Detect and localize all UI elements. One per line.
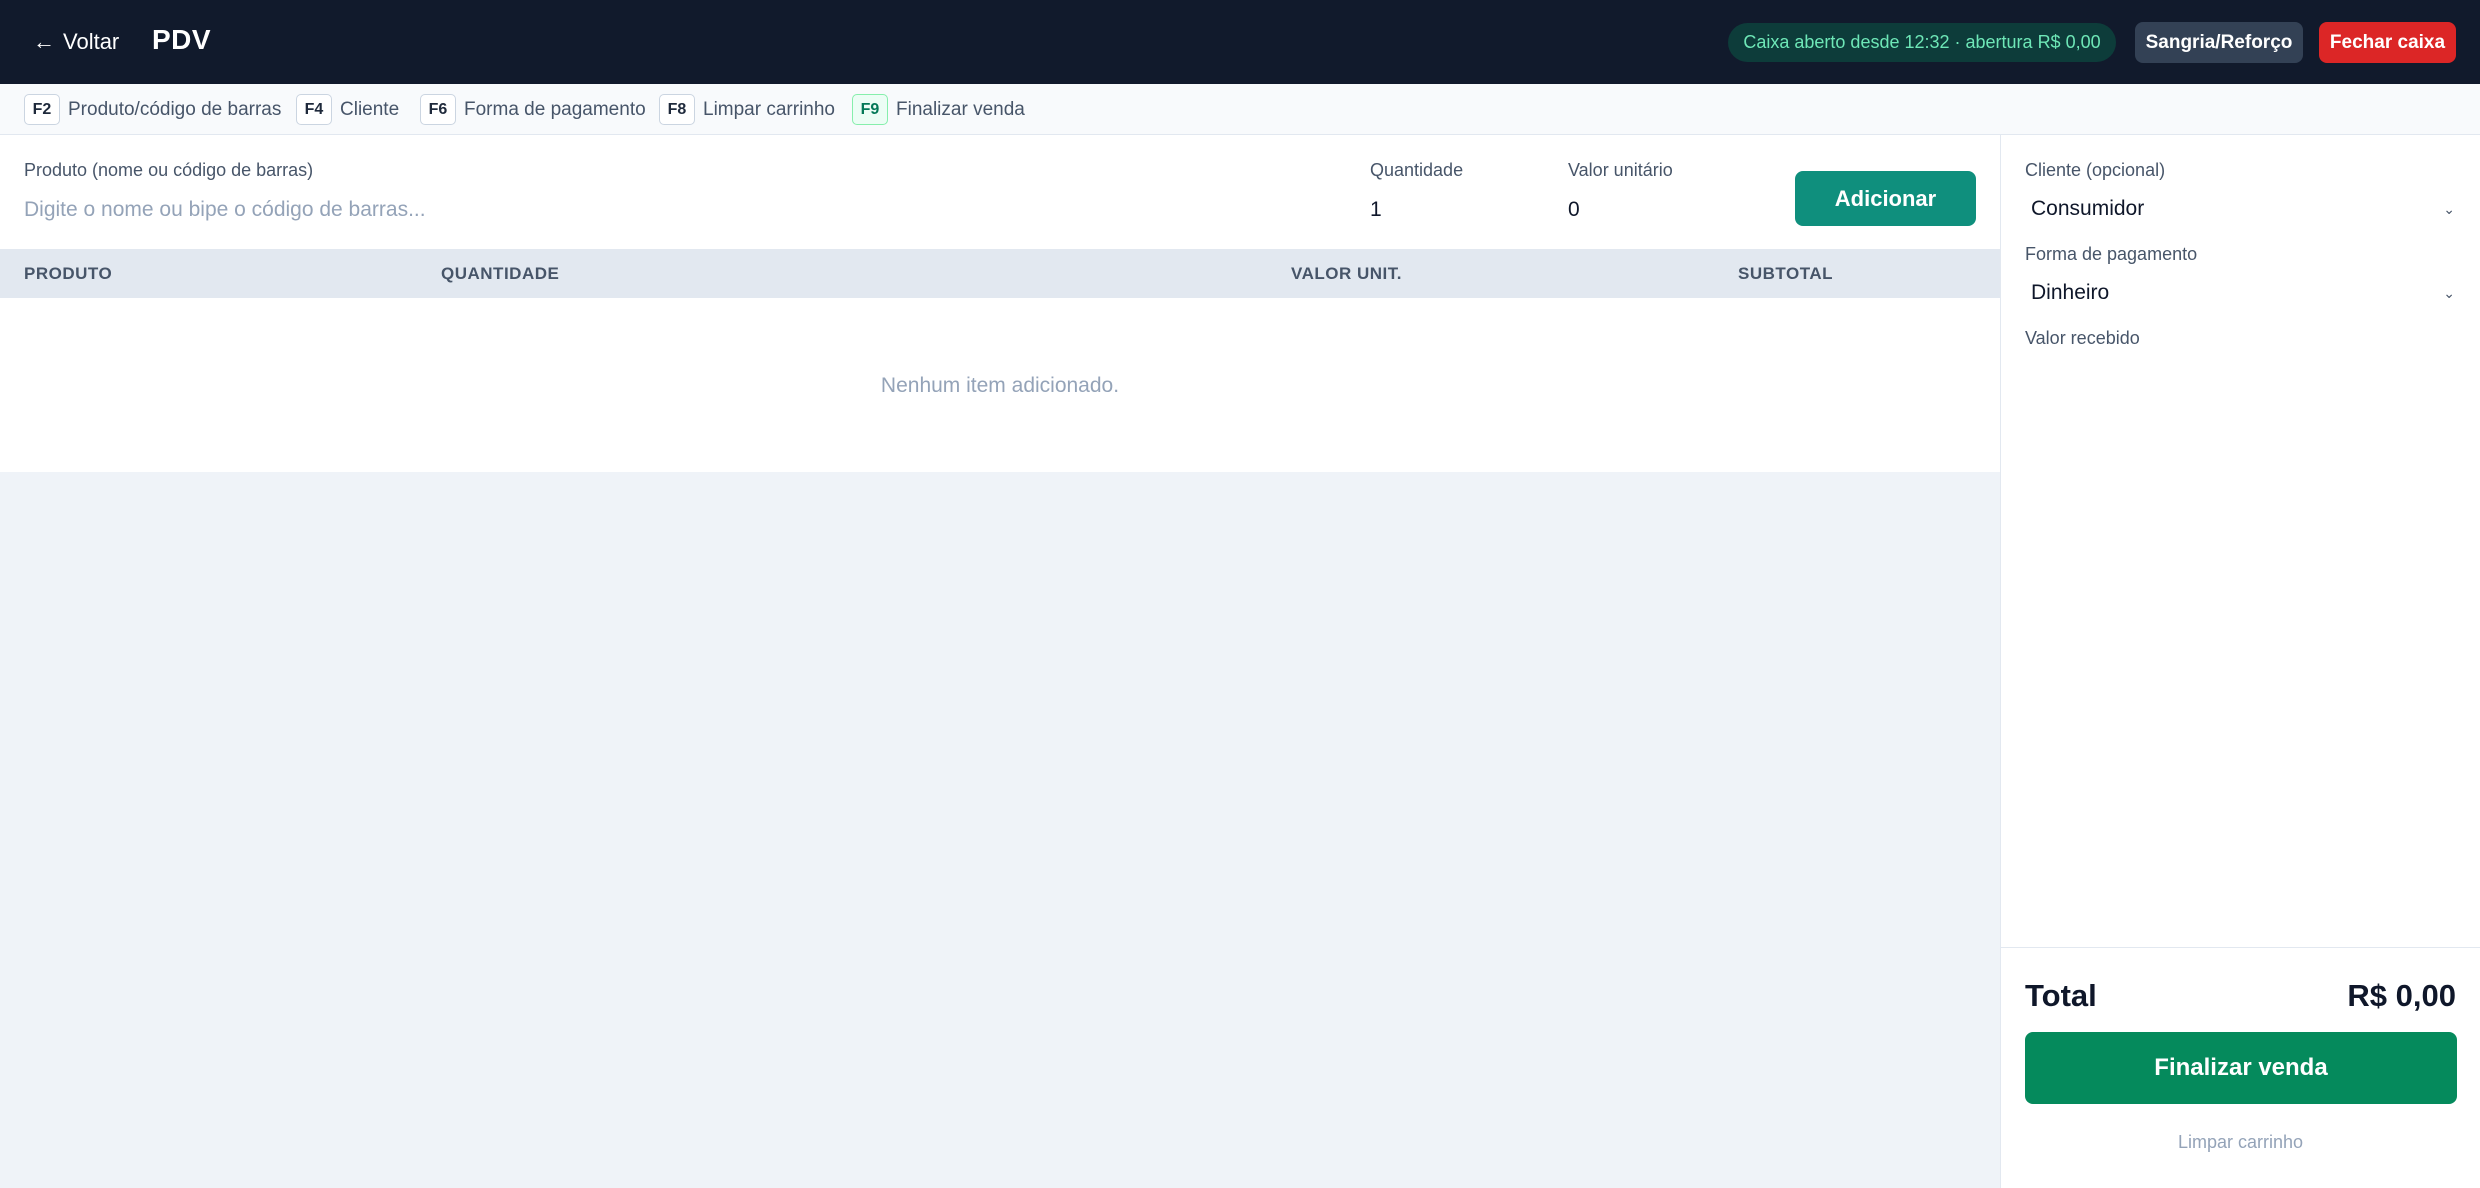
shortcut-label: Produto/código de barras — [68, 98, 282, 120]
shortcut-key: F2 — [24, 94, 60, 125]
payment-value: Dinheiro — [2031, 281, 2110, 304]
top-bar: ← Voltar PDV Caixa aberto desde 12:32 · … — [0, 0, 2480, 84]
shortcut-key: F6 — [420, 94, 456, 125]
shortcut-key: F4 — [296, 94, 332, 125]
payment-method-select[interactable]: Dinheiro ⌄ — [2025, 273, 2457, 313]
product-entry-panel: Produto (nome ou código de barras) Quant… — [0, 135, 2000, 249]
shortcut-key: F9 — [852, 94, 888, 125]
shortcut-f4[interactable]: F4 Cliente — [296, 94, 399, 125]
quantity-label: Quantidade — [1370, 160, 1464, 180]
column-header: SUBTOTAL — [1738, 264, 1833, 283]
shortcut-label: Finalizar venda — [896, 98, 1025, 120]
finalize-sale-button[interactable]: Finalizar venda — [2025, 1032, 2457, 1104]
table-header: PRODUTO QUANTIDADE VALOR UNIT. SUBTOTAL — [0, 249, 2000, 298]
shortcut-f8[interactable]: F8 Limpar carrinho — [659, 94, 835, 125]
received-amount-label: Valor recebido — [2025, 328, 2140, 348]
table-body: Nenhum item adicionado. — [0, 298, 2000, 472]
total-label: Total — [2025, 978, 2097, 1013]
chevron-down-icon: ⌄ — [2443, 284, 2455, 301]
shortcut-bar: F2 Produto/código de barras F4 Cliente F… — [0, 84, 2480, 135]
totals-section: Total R$ 0,00 Finalizar venda Limpar car… — [2001, 947, 2480, 1188]
cash-status-badge: Caixa aberto desde 12:32 · abertura R$ 0… — [1728, 23, 2116, 62]
shortcut-key: F8 — [659, 94, 695, 125]
client-label: Cliente (opcional) — [2025, 160, 2166, 180]
back-button[interactable]: ← Voltar — [33, 26, 119, 58]
client-value: Consumidor — [2031, 197, 2145, 220]
arrow-left-icon: ← — [33, 29, 55, 54]
shortcut-f9[interactable]: F9 Finalizar venda — [852, 94, 1025, 125]
empty-state-message: Nenhum item adicionado. — [880, 374, 1120, 397]
clear-cart-link[interactable]: Limpar carrinho — [2001, 1132, 2480, 1153]
shortcut-f6[interactable]: F6 Forma de pagamento — [420, 94, 646, 125]
payment-label: Forma de pagamento — [2025, 244, 2198, 264]
checkout-sidebar: Cliente (opcional) Consumidor ⌄ Forma de… — [2000, 135, 2480, 1188]
column-header: PRODUTO — [24, 264, 113, 283]
total-value: R$ 0,00 — [2347, 978, 2456, 1013]
client-select[interactable]: Consumidor ⌄ — [2025, 189, 2457, 229]
unit-price-label: Valor unitário — [1568, 160, 1673, 180]
product-search-input[interactable] — [24, 195, 1324, 225]
product-label: Produto (nome ou código de barras) — [24, 160, 314, 180]
quantity-input[interactable] — [1370, 195, 1540, 225]
shortcut-label: Cliente — [340, 98, 400, 120]
unit-price-input[interactable] — [1568, 195, 1768, 225]
sangria-reforco-button[interactable]: Sangria/Reforço — [2135, 22, 2303, 63]
chevron-down-icon: ⌄ — [2443, 200, 2455, 217]
column-header: QUANTIDADE — [441, 264, 560, 283]
add-item-button[interactable]: Adicionar — [1795, 171, 1976, 226]
column-header: VALOR UNIT. — [1291, 264, 1402, 283]
page-title: PDV — [152, 24, 212, 55]
shortcut-label: Forma de pagamento — [464, 98, 646, 120]
back-label: Voltar — [63, 29, 120, 54]
shortcut-label: Limpar carrinho — [703, 98, 835, 120]
close-register-button[interactable]: Fechar caixa — [2319, 22, 2456, 63]
shortcut-f2[interactable]: F2 Produto/código de barras — [24, 94, 281, 125]
